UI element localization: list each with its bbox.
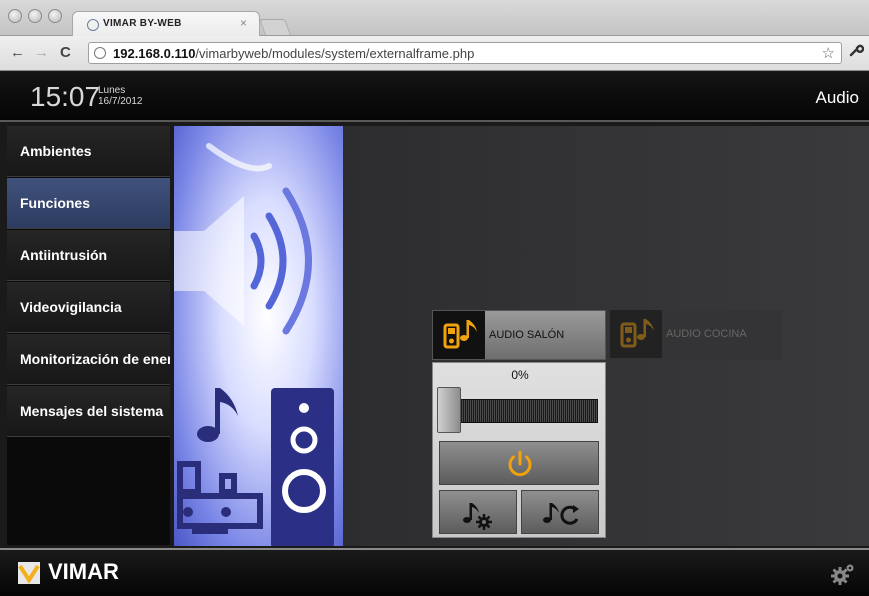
window-close-button[interactable]: [8, 9, 22, 23]
browser-toolbar: ← → C 192.168.0.110/vimarbyweb/modules/s…: [0, 36, 869, 71]
volume-slider-thumb[interactable]: [437, 387, 461, 433]
audio-repeat-button[interactable]: [521, 490, 599, 534]
app-footer: VIMAR: [0, 548, 869, 596]
music-settings-icon: [463, 503, 492, 530]
reload-icon[interactable]: C: [60, 44, 71, 61]
page-title: Audio: [815, 88, 859, 107]
url-host: 192.168.0.110/vimarbyweb/modules/system/…: [113, 46, 475, 61]
browser-tabbar: VIMAR BY-WEB ×: [0, 0, 869, 37]
sidebar: Ambientes Funciones Antiintrusión Videov…: [7, 126, 170, 545]
url-path: /vimarbyweb/modules/system/externalframe…: [195, 46, 475, 61]
vimar-logo-icon: [18, 562, 40, 584]
sidebar-item-monitorizacion[interactable]: Monitorización de energía: [7, 334, 170, 385]
forward-arrow-icon[interactable]: →: [34, 44, 49, 61]
brand-name: VIMAR: [48, 559, 119, 584]
page-info-icon: [94, 47, 106, 59]
sidebar-item-funciones[interactable]: Funciones: [7, 178, 170, 229]
volume-slider[interactable]: [440, 399, 598, 423]
zone-label: AUDIO SALÓN: [489, 329, 565, 341]
window-zoom-button[interactable]: [48, 9, 62, 23]
zone-card-audio-salon[interactable]: AUDIO SALÓN: [432, 310, 606, 360]
power-button[interactable]: [439, 441, 599, 485]
back-arrow-icon[interactable]: ←: [10, 44, 25, 61]
tab-title: VIMAR BY-WEB: [103, 18, 182, 29]
tab-close-icon[interactable]: ×: [240, 16, 247, 30]
wrench-icon[interactable]: [848, 42, 865, 62]
zone-card-audio-cocina[interactable]: AUDIO COCINA: [610, 310, 782, 360]
music-note-icon: [197, 388, 238, 442]
clock-day: Lunes: [98, 85, 126, 96]
audio-illustration: [174, 126, 343, 546]
address-bar[interactable]: 192.168.0.110/vimarbyweb/modules/system/…: [88, 42, 842, 64]
globe-icon: [87, 19, 99, 31]
clock-time: 15:07: [30, 81, 101, 112]
app-header: 15:07 Lunes 16/7/2012 Audio: [0, 72, 869, 122]
bookmark-star-icon[interactable]: ☆: [822, 44, 835, 62]
zone-label: AUDIO COCINA: [666, 328, 747, 340]
window-minimize-button[interactable]: [28, 9, 42, 23]
main-content: [343, 126, 869, 546]
music-player-icon: [610, 310, 662, 358]
power-icon: [508, 450, 532, 477]
music-player-icon: [433, 311, 485, 359]
audio-settings-button[interactable]: [439, 490, 517, 534]
gears-icon[interactable]: [830, 562, 856, 591]
new-tab-button[interactable]: [259, 19, 291, 35]
sidebar-item-ambientes[interactable]: Ambientes: [7, 126, 170, 177]
sidebar-item-mensajes[interactable]: Mensajes del sistema: [7, 386, 170, 437]
sidebar-item-videovigilancia[interactable]: Videovigilancia: [7, 282, 170, 333]
clock-date: 16/7/2012: [98, 96, 143, 107]
volume-value: 0%: [511, 368, 529, 382]
browser-tab[interactable]: VIMAR BY-WEB ×: [72, 11, 260, 37]
music-repeat-icon: [543, 503, 579, 525]
audio-control-panel: 0%: [432, 362, 606, 538]
sidebar-item-antiintrusion[interactable]: Antiintrusión: [7, 230, 170, 281]
